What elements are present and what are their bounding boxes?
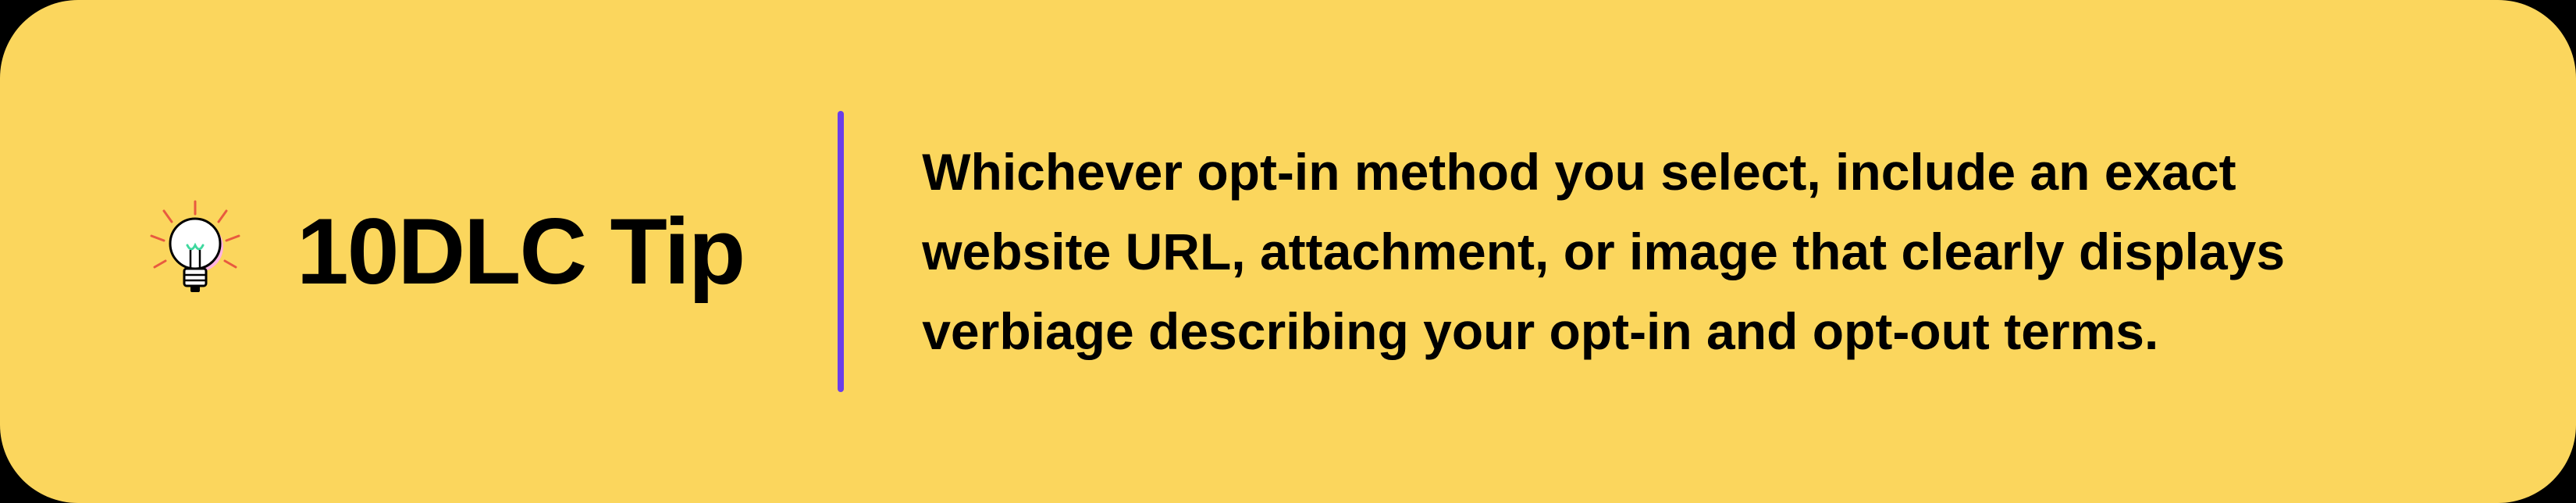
tip-title: 10DLC Tip <box>297 198 744 305</box>
tip-body: Whichever opt-in method you select, incl… <box>922 132 2435 372</box>
lightbulb-icon <box>141 197 250 306</box>
tip-header: 10DLC Tip <box>141 197 744 306</box>
tip-card: 10DLC Tip Whichever opt-in method you se… <box>0 0 2576 503</box>
divider <box>838 111 844 392</box>
